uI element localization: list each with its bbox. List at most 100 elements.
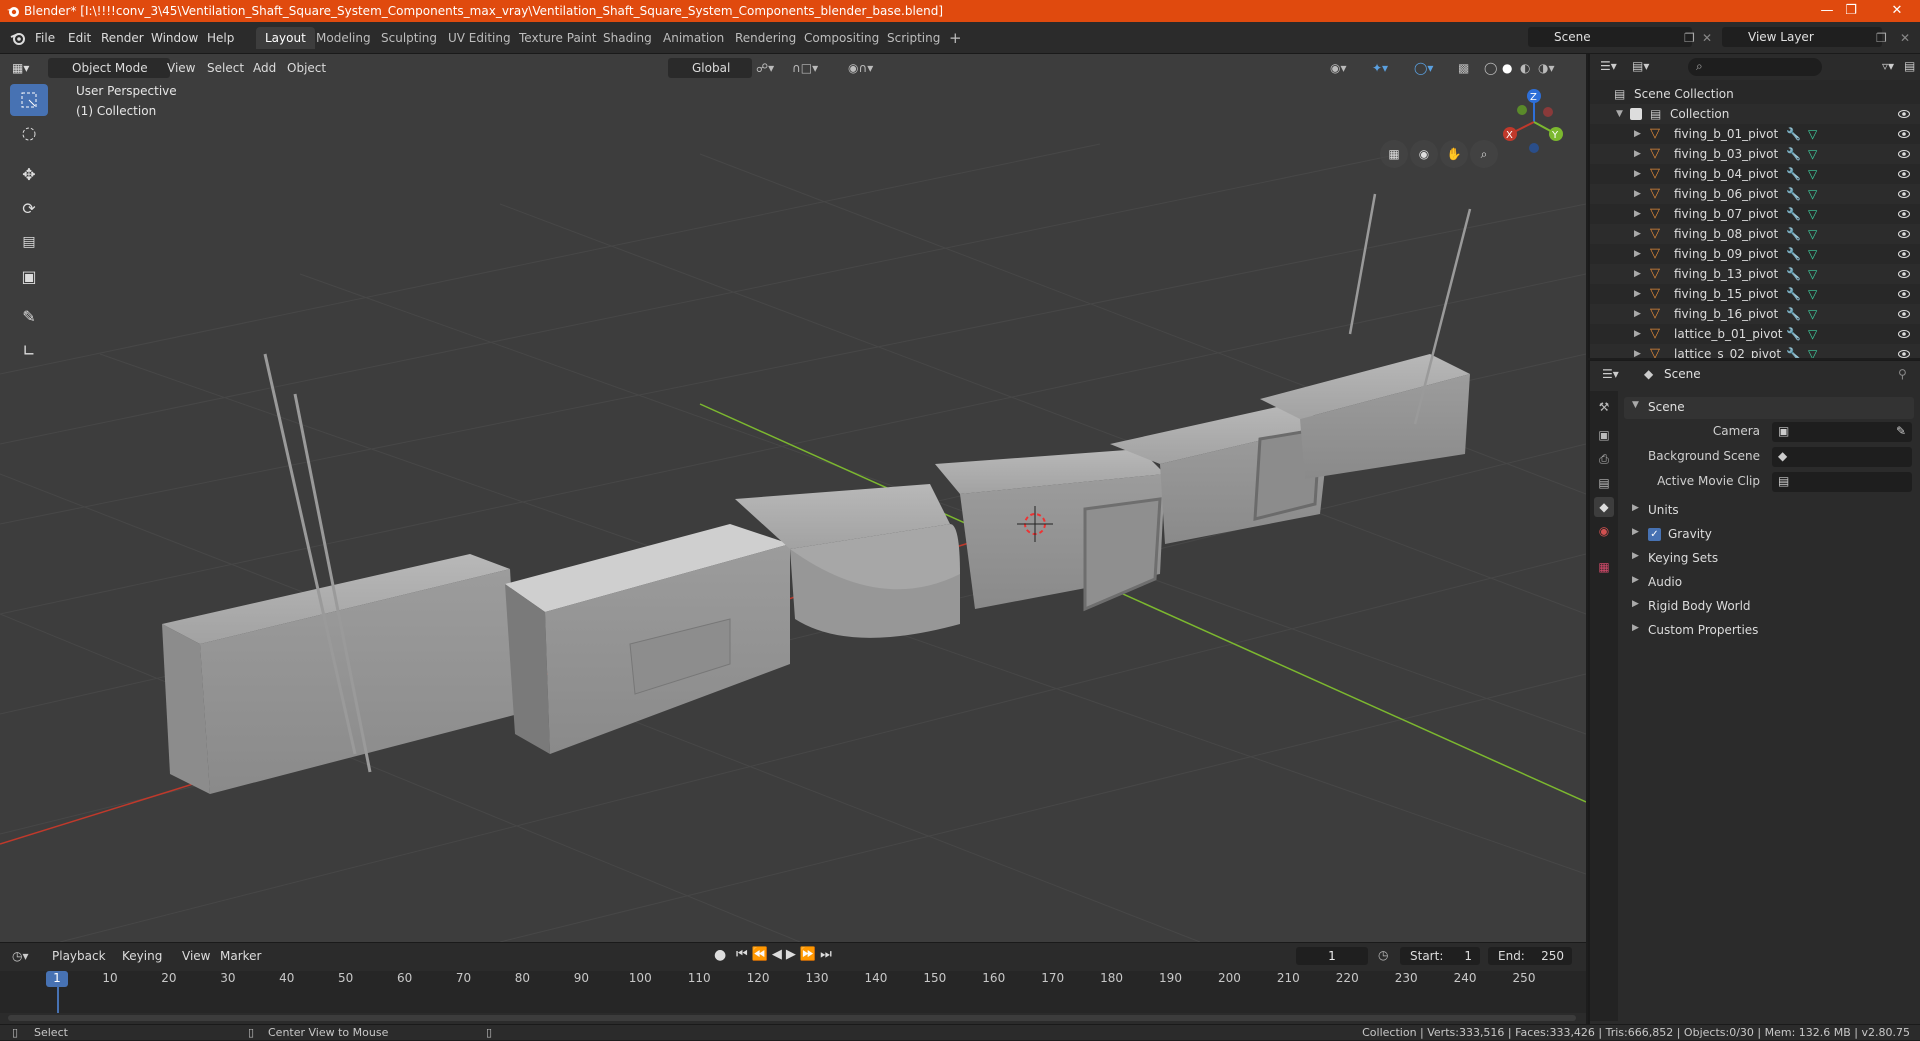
- outliner-item[interactable]: ▶ ▽ fiving_b_06_pivot 🔧 ▽: [1590, 184, 1920, 204]
- outliner-item[interactable]: ▶ ▽ fiving_b_03_pivot 🔧 ▽: [1590, 144, 1920, 164]
- new-view-layer-icon[interactable]: ❐: [1876, 31, 1887, 45]
- modifier-icon[interactable]: 🔧: [1786, 324, 1801, 344]
- mesh-data-icon[interactable]: ▽: [1808, 124, 1817, 144]
- new-scene-icon[interactable]: ❐: [1684, 31, 1695, 45]
- background-scene-field[interactable]: ◆: [1772, 447, 1912, 467]
- scene-collection-row[interactable]: ▤ Scene Collection: [1590, 84, 1920, 104]
- xray-icon[interactable]: ▩: [1458, 58, 1469, 78]
- outliner-item[interactable]: ▶ ▽ fiving_b_08_pivot 🔧 ▽: [1590, 224, 1920, 244]
- mesh-data-icon[interactable]: ▽: [1808, 284, 1817, 304]
- menu-add[interactable]: Add: [253, 58, 276, 78]
- orientation-dropdown[interactable]: Global: [668, 58, 753, 78]
- end-frame-field[interactable]: End: 250: [1488, 947, 1572, 965]
- mode-dropdown[interactable]: Object Mode: [48, 58, 170, 78]
- new-collection-icon[interactable]: ▤: [1904, 59, 1915, 73]
- panel-units[interactable]: ▶ Units: [1624, 501, 1914, 521]
- outliner-editor-type-icon[interactable]: ☰▾: [1600, 59, 1617, 73]
- rendered-shading-icon[interactable]: ◑▾: [1538, 58, 1555, 78]
- outliner-item[interactable]: ▶ ▽ fiving_b_07_pivot 🔧 ▽: [1590, 204, 1920, 224]
- modifier-icon[interactable]: 🔧: [1786, 304, 1801, 324]
- menu-help[interactable]: Help: [207, 29, 234, 47]
- menu-file[interactable]: File: [35, 29, 55, 47]
- delete-scene-icon[interactable]: ✕: [1702, 31, 1712, 45]
- mesh-data-icon[interactable]: ▽: [1808, 204, 1817, 224]
- tab-modeling[interactable]: Modeling: [307, 27, 380, 49]
- menu-render[interactable]: Render: [101, 29, 144, 47]
- collection-row[interactable]: ▼ ▤ Collection: [1590, 104, 1920, 124]
- eye-icon[interactable]: [1898, 129, 1910, 139]
- wireframe-shading-icon[interactable]: ◯: [1484, 58, 1497, 78]
- outliner-item[interactable]: ▶ ▽ fiving_b_01_pivot 🔧 ▽: [1590, 124, 1920, 144]
- eye-icon[interactable]: [1898, 269, 1910, 279]
- tab-world[interactable]: ◉: [1594, 521, 1614, 541]
- menu-timeline-view[interactable]: View: [182, 949, 210, 963]
- zoom-view-button[interactable]: ⌕: [1470, 140, 1498, 168]
- visibility-icon[interactable]: ◉▾: [1330, 58, 1347, 78]
- pin-icon[interactable]: ⚲: [1898, 367, 1907, 381]
- tab-scene[interactable]: ◆: [1594, 497, 1614, 517]
- expand-chevron-icon[interactable]: ▶: [1634, 324, 1641, 344]
- rotate-tool[interactable]: ⟳: [10, 192, 48, 224]
- timeline-track[interactable]: 1 10 20 30 40 50 60 70 80 90 100 110 120 130 140 150 160…: [0, 971, 1586, 1013]
- expand-chevron-icon[interactable]: ▶: [1634, 124, 1641, 144]
- delete-view-layer-icon[interactable]: ✕: [1900, 31, 1910, 45]
- tab-animation[interactable]: Animation: [654, 27, 733, 49]
- modifier-icon[interactable]: 🔧: [1786, 284, 1801, 304]
- menu-object[interactable]: Object: [287, 58, 326, 78]
- overlay-toggle-icon[interactable]: ◯▾: [1414, 58, 1433, 78]
- mesh-data-icon[interactable]: ▽: [1808, 164, 1817, 184]
- modifier-icon[interactable]: 🔧: [1786, 344, 1801, 358]
- panel-gravity[interactable]: ▶ ✓ Gravity: [1624, 525, 1914, 545]
- mesh-data-icon[interactable]: ▽: [1808, 324, 1817, 344]
- expand-chevron-icon[interactable]: ▶: [1634, 224, 1641, 244]
- tab-tool[interactable]: ⚒: [1594, 397, 1614, 417]
- current-frame-field[interactable]: 1: [1296, 947, 1368, 965]
- menu-select[interactable]: Select: [207, 58, 244, 78]
- mesh-data-icon[interactable]: ▽: [1808, 184, 1817, 204]
- annotate-tool[interactable]: ✎: [10, 300, 48, 332]
- eye-icon[interactable]: [1898, 209, 1910, 219]
- playback-controls[interactable]: ⏮⏪◀▶⏩⏭: [736, 947, 836, 962]
- outliner-item[interactable]: ▶ ▽ fiving_b_15_pivot 🔧 ▽: [1590, 284, 1920, 304]
- expand-chevron-icon[interactable]: ▶: [1634, 204, 1641, 224]
- eye-icon[interactable]: [1898, 169, 1910, 179]
- expand-chevron-icon[interactable]: ▶: [1634, 164, 1641, 184]
- select-box-tool[interactable]: [10, 84, 48, 116]
- properties-editor-type-icon[interactable]: ☰▾: [1602, 367, 1619, 381]
- tab-rendering[interactable]: Rendering: [726, 27, 805, 49]
- blender-menu-icon[interactable]: [10, 30, 26, 46]
- eye-icon[interactable]: [1898, 289, 1910, 299]
- menu-playback[interactable]: Playback: [52, 949, 106, 963]
- scale-tool[interactable]: ▤: [10, 226, 48, 258]
- filter-icon[interactable]: ▿▾: [1882, 59, 1894, 73]
- eye-icon[interactable]: [1898, 349, 1910, 358]
- expand-chevron-icon[interactable]: ▶: [1634, 304, 1641, 324]
- eye-icon[interactable]: [1898, 149, 1910, 159]
- menu-view[interactable]: View: [167, 58, 195, 78]
- view-layer-selector[interactable]: View Layer: [1722, 27, 1882, 47]
- menu-marker[interactable]: Marker: [220, 949, 261, 963]
- eye-icon[interactable]: [1898, 249, 1910, 259]
- preview-range-icon[interactable]: ◷: [1378, 948, 1388, 962]
- proportional-edit-icon[interactable]: ◉∩▾: [848, 58, 873, 78]
- tab-shading[interactable]: Shading: [594, 27, 661, 49]
- add-workspace-button[interactable]: +: [940, 27, 971, 49]
- eye-icon[interactable]: [1898, 309, 1910, 319]
- modifier-icon[interactable]: 🔧: [1786, 204, 1801, 224]
- timeline-scrollbar[interactable]: [8, 1015, 1576, 1021]
- eye-icon[interactable]: [1898, 229, 1910, 239]
- expand-chevron-icon[interactable]: ▶: [1634, 144, 1641, 164]
- tab-sculpting[interactable]: Sculpting: [372, 27, 446, 49]
- transform-tool[interactable]: ▣: [10, 260, 48, 292]
- display-mode-icon[interactable]: ▤▾: [1632, 59, 1649, 73]
- record-icon[interactable]: ●: [714, 947, 726, 963]
- material-shading-icon[interactable]: ◐: [1520, 58, 1530, 78]
- active-movie-clip-field[interactable]: ▤: [1772, 472, 1912, 492]
- modifier-icon[interactable]: 🔧: [1786, 224, 1801, 244]
- scene-selector[interactable]: Scene: [1528, 27, 1692, 47]
- move-tool[interactable]: ✥: [10, 158, 48, 190]
- tab-render[interactable]: ▣: [1594, 425, 1614, 445]
- measure-tool[interactable]: ∟: [10, 334, 48, 366]
- modifier-icon[interactable]: 🔧: [1786, 144, 1801, 164]
- close-window-button[interactable]: ✕: [1874, 0, 1920, 22]
